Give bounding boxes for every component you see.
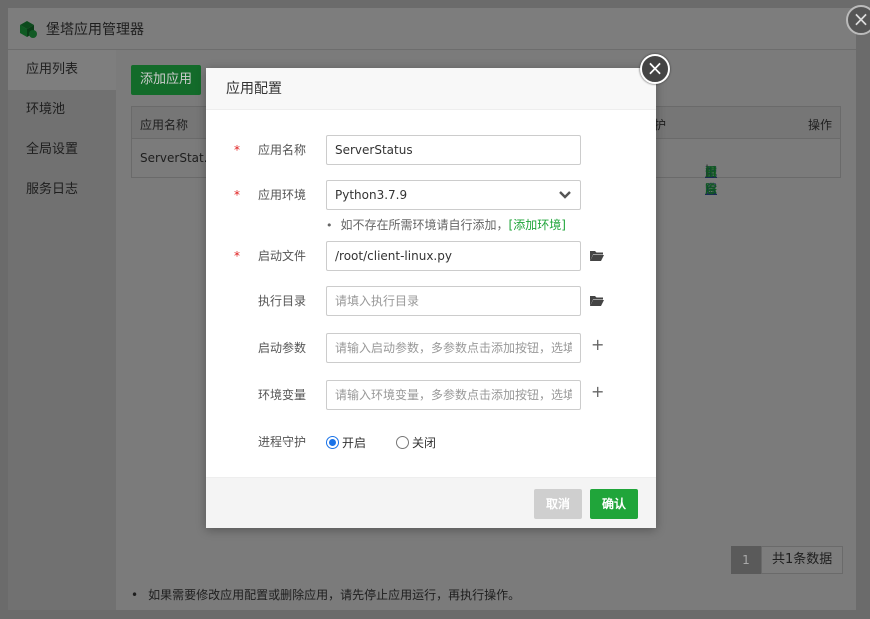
required-mark: *: [234, 188, 240, 202]
start-args-label: 启动参数: [257, 341, 306, 355]
sidebar-item-env-pool[interactable]: 环境池: [8, 90, 116, 130]
app-name-label: 应用名称: [257, 143, 306, 157]
daemon-label: 进程守护: [257, 435, 306, 449]
start-args-input[interactable]: [326, 333, 581, 363]
app-config-dialog: 应用配置 × * 应用名称 * 应用环境 Python3.7.9 •如不存在所需环境…: [206, 54, 670, 528]
env-vars-input[interactable]: [326, 380, 581, 410]
total-count: 共1条数据: [761, 546, 844, 574]
sidebar: 应用列表 环境池 全局设置 服务日志: [8, 50, 116, 610]
env-hint: • 如不存在所需环境请自行添加，[添加环境]: [326, 218, 566, 232]
dialog-footer: 取消 确认: [206, 477, 656, 528]
field-start-args: 启动参数 +: [206, 333, 656, 363]
notice-text: 如果需要修改应用配置或删除应用，请先停止应用运行，再执行操作。: [131, 586, 520, 603]
dialog-title: 应用配置: [206, 68, 656, 110]
env-selected-value: Python3.7.9: [335, 188, 408, 202]
window-header: 堡塔应用管理器: [8, 8, 856, 50]
window-title: 堡塔应用管理器: [46, 21, 144, 38]
col-app-name: 应用名称: [140, 118, 189, 132]
start-file-label: 启动文件: [257, 249, 306, 263]
chevron-down-icon: [559, 191, 571, 199]
required-mark: *: [234, 249, 240, 263]
field-work-dir: 执行目录: [206, 286, 656, 316]
delete-link[interactable]: 删除: [705, 163, 717, 197]
dialog-close-icon[interactable]: ×: [640, 54, 670, 84]
page-number[interactable]: 1: [731, 546, 761, 574]
work-dir-label: 执行目录: [257, 294, 306, 308]
folder-open-icon[interactable]: [589, 248, 605, 264]
field-env-vars: 环境变量 +: [206, 380, 656, 410]
field-env: * 应用环境 Python3.7.9: [206, 180, 656, 210]
sidebar-item-global-settings[interactable]: 全局设置: [8, 130, 116, 170]
daemon-radio-group: 开启 关闭: [326, 432, 466, 452]
col-ops: 操作: [808, 118, 833, 132]
confirm-button[interactable]: 确认: [590, 489, 638, 519]
sidebar-item-service-log[interactable]: 服务日志: [8, 170, 116, 210]
env-select[interactable]: Python3.7.9: [326, 180, 581, 210]
field-app-name: * 应用名称: [206, 135, 656, 165]
start-file-input[interactable]: [326, 241, 581, 271]
plus-icon[interactable]: +: [591, 384, 605, 400]
row-app-name: ServerStat...: [140, 151, 216, 165]
pagination: 1 共1条数据: [731, 546, 844, 574]
plus-icon[interactable]: +: [591, 337, 605, 353]
work-dir-input[interactable]: [326, 286, 581, 316]
cancel-button[interactable]: 取消: [534, 489, 582, 519]
add-app-button[interactable]: 添加应用: [131, 65, 201, 95]
radio-on[interactable]: [326, 435, 339, 449]
required-mark: *: [234, 143, 240, 157]
env-label: 应用环境: [257, 188, 306, 202]
sidebar-item-app-list[interactable]: 应用列表: [8, 50, 116, 90]
app-name-input[interactable]: [326, 135, 581, 165]
add-env-link[interactable]: [添加环境]: [509, 218, 566, 232]
radio-off[interactable]: [396, 435, 410, 449]
daemon-on-option[interactable]: 开启: [326, 434, 366, 451]
field-start-file: * 启动文件: [206, 241, 656, 271]
bt-logo-icon: [20, 20, 37, 38]
folder-open-icon[interactable]: [589, 293, 605, 309]
env-vars-label: 环境变量: [257, 388, 306, 402]
window-close-icon[interactable]: ×: [846, 5, 870, 35]
daemon-off-option[interactable]: 关闭: [396, 434, 436, 451]
